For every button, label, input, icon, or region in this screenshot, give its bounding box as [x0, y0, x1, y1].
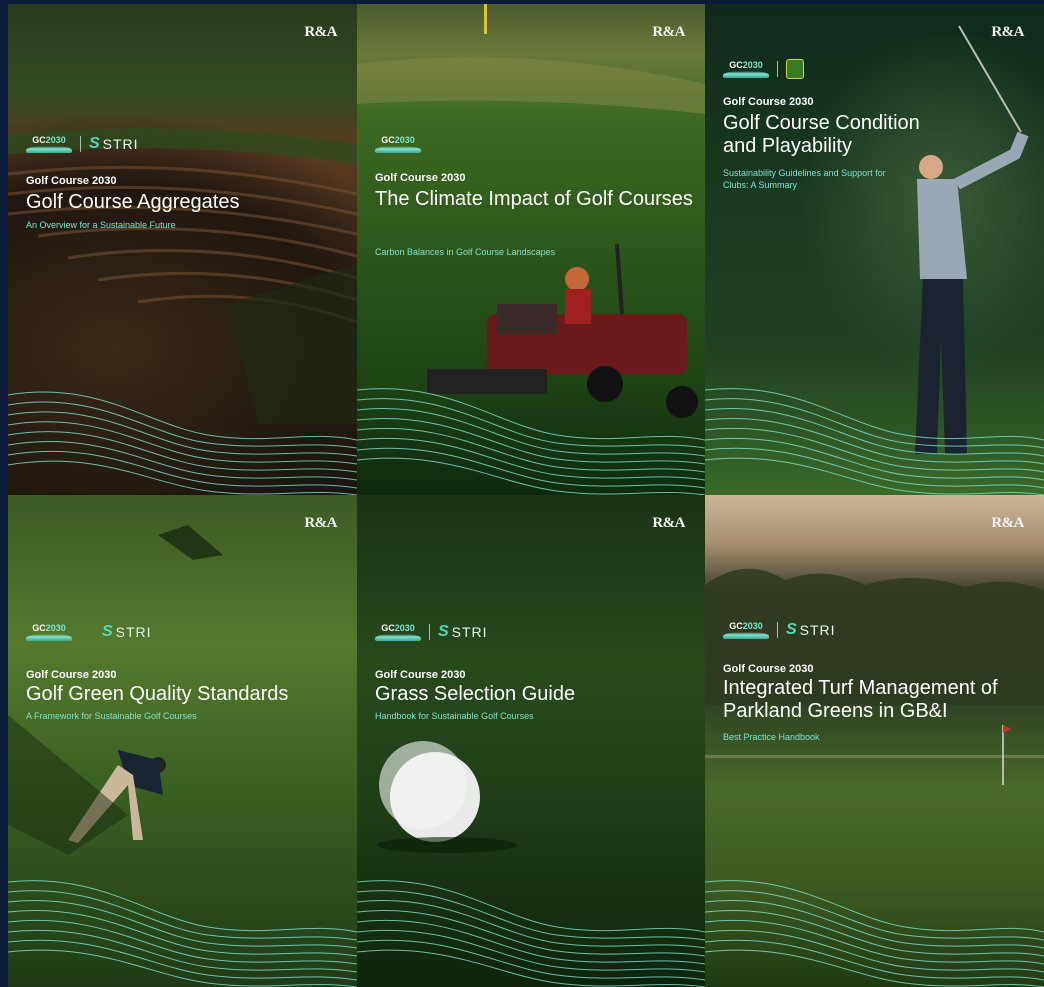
cover-title: Golf Green Quality Standards	[26, 683, 289, 705]
gc2030-logo: GC2030	[375, 135, 421, 153]
cover-grass-selection[interactable]: R&A GC2030 S STRI Golf Course 2030 Grass …	[357, 495, 705, 987]
gc2030-logo: GC2030	[723, 621, 769, 639]
cover-title: Grass Selection Guide	[375, 683, 576, 705]
r-and-a-logo: R&A	[991, 515, 1024, 531]
stri-logo: S STRI	[89, 135, 139, 152]
stri-swoosh-icon: S	[102, 623, 114, 640]
cover-title: Golf Course Aggregates	[26, 191, 240, 213]
r-and-a-logo: R&A	[304, 24, 337, 40]
logo-divider	[777, 61, 778, 77]
wave-lines-icon	[357, 388, 705, 495]
r-and-a-logo: R&A	[652, 515, 685, 531]
logo-row: GC2030 S STRI	[723, 621, 836, 639]
stri-logo: S STRI	[102, 623, 152, 640]
logo-row: GC2030 ​	[723, 59, 812, 79]
cover-subtitle: Best Practice Handbook	[723, 732, 820, 742]
stri-logo: S STRI	[438, 623, 488, 640]
series-label: Golf Course 2030	[26, 175, 117, 187]
series-label: Golf Course 2030	[375, 172, 466, 184]
series-label: Golf Course 2030	[723, 96, 814, 108]
series-label: Golf Course 2030	[375, 669, 466, 681]
stri-swoosh-icon: S	[786, 621, 798, 638]
cover-title: The Climate Impact of Golf Courses	[375, 188, 693, 210]
wave-lines-icon	[705, 880, 1044, 987]
wave-lines-icon	[8, 880, 357, 987]
logo-row: GC2030 S STRI	[26, 623, 152, 641]
logo-row: GC2030	[375, 135, 421, 153]
cover-condition-playability[interactable]: R&A GC2030 ​ Golf Course 2030 Golf Cours…	[705, 4, 1044, 495]
r-and-a-logo: R&A	[991, 24, 1024, 40]
cover-climate-impact[interactable]: R&A GC2030 Golf Course 2030 The Climate …	[357, 4, 705, 495]
stri-logo: S STRI	[786, 621, 836, 638]
cover-subtitle: An Overview for a Sustainable Future	[26, 220, 176, 230]
cover-integrated-turf[interactable]: R&A GC2030 S STRI Golf Course 2030 Integr…	[705, 495, 1044, 987]
stri-swoosh-icon: S	[89, 135, 101, 152]
stri-swoosh-icon: S	[438, 623, 450, 640]
cover-grid: R&A GC2030 S STRI Golf Course 2030 Golf C…	[8, 4, 1044, 987]
gc2030-logo: GC2030	[26, 135, 72, 153]
cover-title: Golf Course Condition and Playability	[723, 112, 920, 157]
logo-row: GC2030 S STRI	[375, 623, 488, 641]
gc2030-logo: GC2030	[375, 623, 421, 641]
r-and-a-logo: R&A	[304, 515, 337, 531]
r-and-a-logo: R&A	[652, 24, 685, 40]
cover-title: Integrated Turf Management of Parkland G…	[723, 677, 998, 722]
cover-subtitle: Sustainability Guidelines and Support fo…	[723, 168, 886, 190]
wave-lines-icon	[8, 391, 357, 495]
cover-subtitle: Carbon Balances in Golf Course Landscape…	[375, 247, 556, 257]
cover-green-quality[interactable]: R&A GC2030 S STRI Golf Course 2030 Golf G…	[8, 495, 357, 987]
logo-divider	[80, 136, 81, 152]
gc2030-logo: GC2030	[26, 623, 72, 641]
wave-lines-icon	[357, 880, 705, 987]
wave-lines-icon	[705, 388, 1044, 495]
logo-divider	[429, 624, 430, 640]
cover-subtitle: A Framework for Sustainable Golf Courses	[26, 711, 197, 721]
partner-crest-icon	[786, 59, 804, 79]
logo-divider	[777, 622, 778, 638]
logo-row: GC2030 S STRI	[26, 135, 139, 153]
series-label: Golf Course 2030	[26, 669, 117, 681]
cover-subtitle: Handbook for Sustainable Golf Courses	[375, 711, 534, 721]
gc2030-logo: GC2030	[723, 60, 769, 78]
series-label: Golf Course 2030	[723, 663, 814, 675]
cover-golf-course-aggregates[interactable]: R&A GC2030 S STRI Golf Course 2030 Golf C…	[8, 4, 357, 495]
